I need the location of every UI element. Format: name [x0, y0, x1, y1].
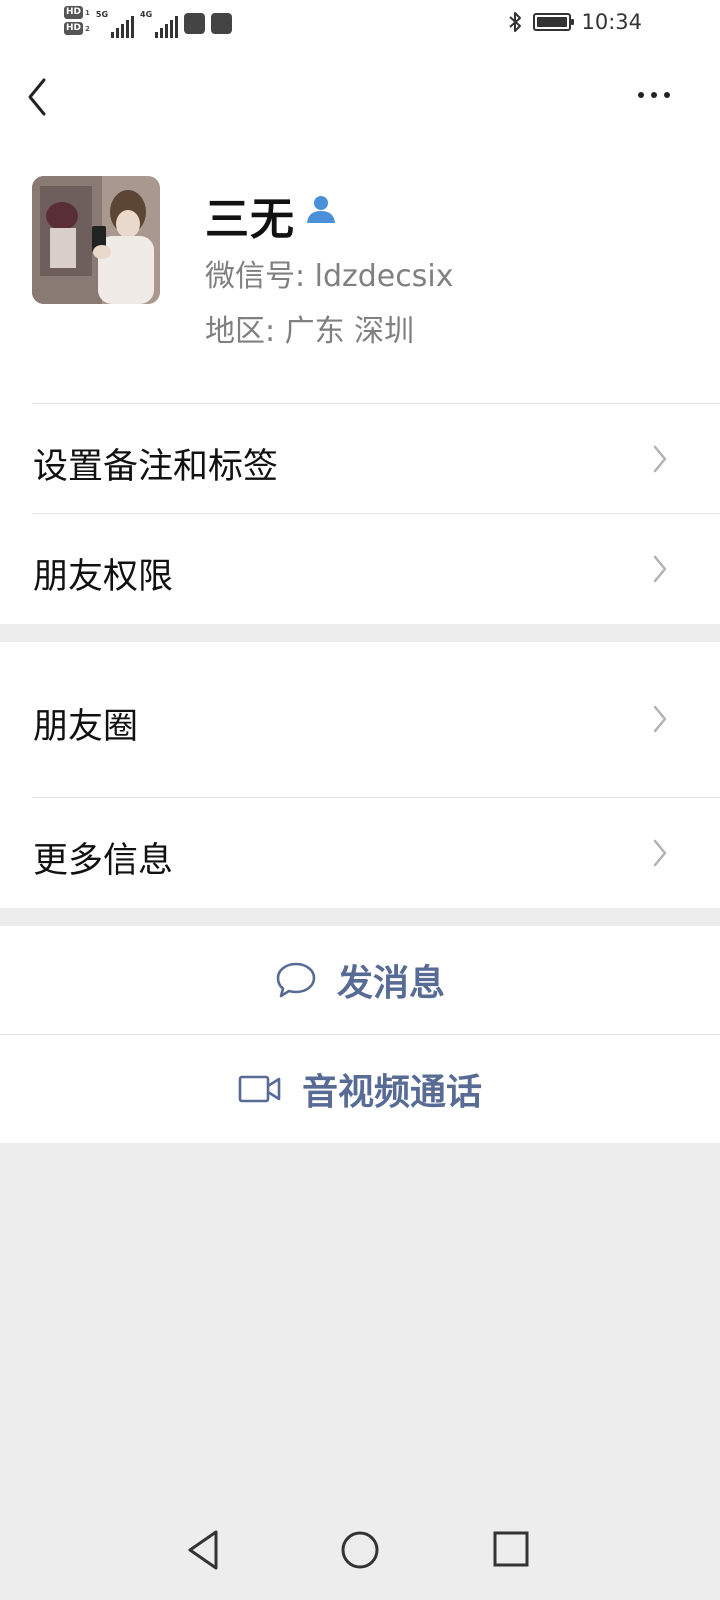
system-nav-bar — [0, 1500, 720, 1600]
wechat-id: 微信号: ldzdecsix — [205, 259, 454, 294]
huawei-app-icon — [184, 13, 206, 34]
circle-home-icon — [341, 1531, 379, 1569]
chevron-right-icon — [653, 839, 667, 867]
video-camera-icon — [238, 1075, 281, 1103]
region-text: 地区: 广东 深圳 — [205, 314, 415, 349]
status-left: HD 1 HD 2 5G 4G — [64, 6, 233, 46]
friend-permissions-row[interactable]: 朋友权限 — [0, 514, 720, 624]
contact-name: 三无 — [205, 194, 295, 245]
battery-icon — [533, 13, 575, 31]
send-message-label: 发消息 — [336, 963, 445, 1004]
video-call-button[interactable]: 音视频通话 — [0, 1035, 720, 1143]
avatar[interactable] — [32, 176, 160, 304]
status-bar: HD 1 HD 2 5G 4G 10:34 — [0, 0, 720, 50]
moments-label: 朋友圈 — [33, 707, 139, 747]
person-badge-icon — [307, 196, 335, 223]
profile-card: 三无 微信号: ldzdecsix 地区: 广东 深圳 — [0, 145, 720, 412]
chevron-left-icon — [28, 78, 46, 116]
chat-bubble-icon — [276, 962, 316, 998]
more-info-row[interactable]: 更多信息 — [0, 798, 720, 908]
friend-permissions-label: 朋友权限 — [33, 557, 174, 597]
video-call-label: 音视频通话 — [301, 1072, 482, 1113]
triangle-back-icon — [188, 1530, 218, 1570]
sim-label-1: 1 — [85, 8, 90, 17]
chevron-right-icon — [653, 555, 667, 583]
contact-profile-screen: HD 1 HD 2 5G 4G 10:34 三无 微信号: ldzdecsix … — [0, 0, 720, 1600]
back-button[interactable] — [22, 72, 56, 122]
remarks-tags-label: 设置备注和标签 — [33, 447, 279, 487]
nav-back-button[interactable] — [180, 1524, 232, 1576]
hd-badges: HD 1 HD 2 — [64, 6, 90, 35]
status-right: 10:34 — [507, 10, 642, 34]
network-type-2: 4G — [140, 10, 153, 19]
square-recents-icon — [493, 1531, 529, 1567]
hms-app-icon — [211, 13, 233, 34]
bluetooth-icon — [509, 12, 522, 32]
top-nav — [0, 50, 720, 145]
status-time: 10:34 — [581, 10, 642, 34]
remarks-tags-row[interactable]: 设置备注和标签 — [0, 404, 720, 514]
send-message-button[interactable]: 发消息 — [0, 926, 720, 1034]
more-options-button[interactable] — [628, 80, 680, 110]
hd-badge-1: HD — [64, 6, 84, 19]
more-dots-icon — [638, 92, 644, 98]
signal-icon-2: 4G — [140, 10, 179, 38]
moments-row[interactable]: 朋友圈 — [0, 642, 720, 798]
nav-home-button[interactable] — [334, 1524, 386, 1576]
more-info-label: 更多信息 — [33, 841, 174, 881]
nav-recents-button[interactable] — [486, 1524, 538, 1576]
network-type-1: 5G — [95, 10, 109, 19]
chevron-right-icon — [653, 705, 667, 733]
hd-badge-2: HD — [64, 22, 84, 35]
sim-label-2: 2 — [85, 24, 90, 33]
chevron-right-icon — [653, 445, 667, 473]
signal-icon-1: 5G — [95, 10, 135, 38]
